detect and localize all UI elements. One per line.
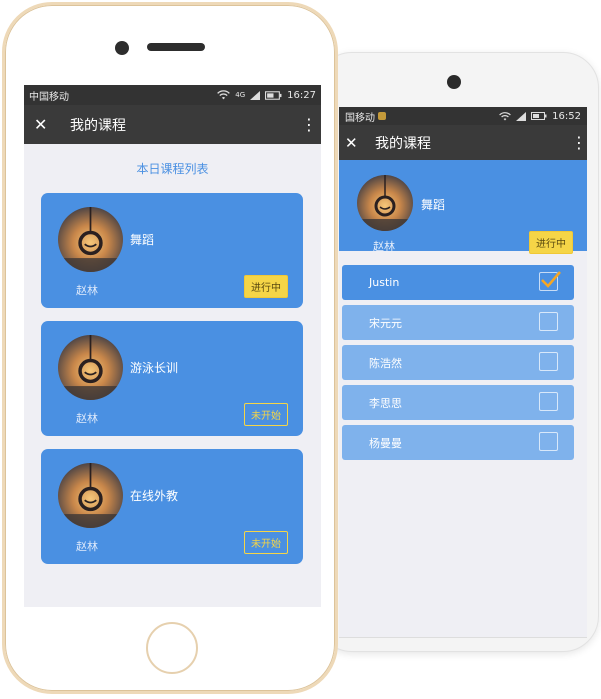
more-vertical-icon[interactable]: ⋮ (571, 134, 587, 150)
course-name: 舞蹈 (130, 233, 155, 247)
teacher-name: 赵林 (76, 540, 98, 553)
student-name: 陈浩然 (369, 356, 402, 370)
checkbox[interactable] (539, 312, 558, 331)
nav-bar: ✕ 我的课程 ⋮ (339, 125, 587, 160)
home-button[interactable] (146, 622, 198, 674)
student-row[interactable]: 陈浩然 (342, 345, 574, 380)
teacher-name: 赵林 (373, 240, 395, 253)
section-title: 本日课程列表 (136, 162, 209, 176)
front-camera (115, 41, 129, 55)
android-screen: 国移动 16:52 ✕ 我的课程 ⋮ 舞蹈 赵林 进行中 Justin 宋元元 … (339, 107, 587, 637)
student-name: 杨曼曼 (369, 436, 402, 450)
student-name: 李思思 (369, 396, 402, 410)
course-card[interactable]: 舞蹈 赵林 进行中 (41, 193, 303, 308)
iphone: 中国移动 4G 16:27 ✕ 我的课程 ⋮ 本日课程列表 舞蹈 赵林 进行中 … (2, 2, 338, 694)
carrier-label: 国移动 (345, 112, 375, 124)
course-header: 舞蹈 赵林 进行中 (339, 160, 587, 254)
checkbox[interactable] (539, 432, 558, 451)
more-vertical-icon[interactable]: ⋮ (301, 116, 317, 132)
battery-icon (265, 90, 282, 100)
nav-bar: ✕ 我的课程 ⋮ (24, 105, 321, 144)
course-avatar (58, 335, 123, 400)
status-bar: 中国移动 4G 16:27 (24, 85, 321, 105)
teacher-name: 赵林 (76, 284, 98, 297)
student-list: Justin 宋元元 陈浩然 李思思 杨曼曼 (339, 251, 587, 460)
status-badge: 进行中 (244, 275, 288, 298)
course-card[interactable]: 在线外教 赵林 未开始 (41, 449, 303, 564)
earpiece-speaker (147, 43, 205, 51)
signal-icon (250, 90, 261, 100)
course-avatar (357, 175, 413, 231)
notification-icon (378, 112, 386, 120)
page-title: 我的课程 (70, 117, 126, 134)
clock: 16:27 (287, 89, 316, 101)
course-avatar (58, 207, 123, 272)
close-icon[interactable]: ✕ (345, 134, 361, 152)
student-name: Justin (369, 276, 400, 289)
front-camera (447, 75, 461, 89)
checkbox[interactable] (539, 352, 558, 371)
wifi-icon (217, 90, 231, 100)
close-icon[interactable]: ✕ (34, 115, 50, 134)
android-phone: 国移动 16:52 ✕ 我的课程 ⋮ 舞蹈 赵林 进行中 Justin 宋元元 … (316, 52, 599, 652)
status-badge: 进行中 (529, 231, 573, 254)
network-type: 4G (235, 90, 246, 99)
teacher-name: 赵林 (76, 412, 98, 425)
iphone-screen: 中国移动 4G 16:27 ✕ 我的课程 ⋮ 本日课程列表 舞蹈 赵林 进行中 … (24, 85, 321, 607)
checkbox[interactable] (539, 271, 561, 291)
course-name: 在线外教 (130, 489, 179, 503)
student-row[interactable]: Justin (342, 265, 574, 300)
wifi-icon (499, 111, 512, 120)
course-name: 舞蹈 (421, 198, 446, 212)
divider (339, 637, 587, 638)
battery-icon (531, 112, 547, 120)
student-row[interactable]: 宋元元 (342, 305, 574, 340)
clock: 16:52 (552, 110, 581, 122)
status-bar: 国移动 16:52 (339, 107, 587, 125)
signal-icon (516, 111, 527, 121)
course-name: 游泳长训 (130, 361, 179, 375)
course-card[interactable]: 游泳长训 赵林 未开始 (41, 321, 303, 436)
status-badge: 未开始 (244, 531, 288, 554)
checkmark-icon (541, 271, 561, 288)
student-row[interactable]: 李思思 (342, 385, 574, 420)
page-title: 我的课程 (375, 135, 431, 152)
student-name: 宋元元 (369, 316, 402, 330)
checkbox[interactable] (539, 392, 558, 411)
course-avatar (58, 463, 123, 528)
student-row[interactable]: 杨曼曼 (342, 425, 574, 460)
carrier-label: 中国移动 (29, 91, 69, 103)
status-badge: 未开始 (244, 403, 288, 426)
